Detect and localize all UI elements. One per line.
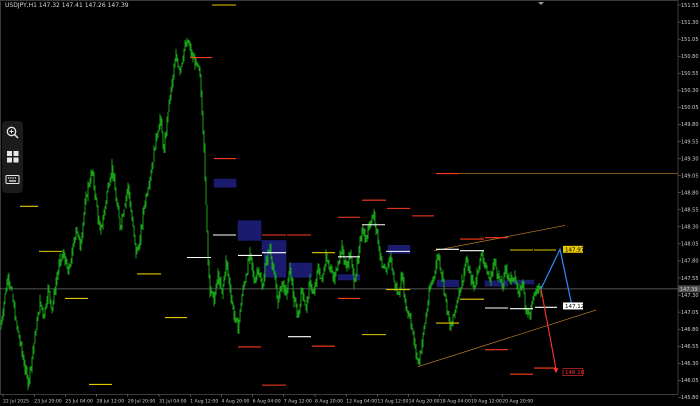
price-tick-label: 146.55 <box>681 344 699 350</box>
price-tick-label: 146.80 <box>681 327 699 333</box>
symbol-ohlc-info: USDJPY,H1 147.32 147.41 147.26 147.39 <box>5 2 129 9</box>
price-tick-label: 147.80 <box>681 259 699 265</box>
chart-area[interactable]: 147.97 147.12 146.18 151.55 151.30 151.05 150.… <box>0 0 700 406</box>
price-tick-label: 151.05 <box>681 37 699 43</box>
supply-demand-zone <box>484 280 509 287</box>
plot-frame <box>0 0 679 395</box>
time-tick-label: 6 Aug 04:00 <box>253 399 281 405</box>
time-tick-label: 1 Aug 12:00 <box>190 399 218 405</box>
down-arrow-icon <box>553 368 559 374</box>
time-tick-label: 19 Aug 12:00 <box>471 399 502 405</box>
price-tick-label: 147.05 <box>681 310 699 316</box>
price-tick-label: 151.30 <box>681 20 699 26</box>
candle-series <box>0 37 542 391</box>
price-tick-label: 149.05 <box>681 173 699 179</box>
time-tick-label: 8 Aug 20:00 <box>315 399 343 405</box>
price-tick-label: 149.30 <box>681 156 699 162</box>
time-tick-label: 13 Aug 12:00 <box>377 399 408 405</box>
price-tick-label: 146.05 <box>681 378 699 384</box>
price-tick-label: 145.80 <box>681 395 699 401</box>
price-tick-label: 150.80 <box>681 54 699 60</box>
supply-demand-zone <box>213 178 237 188</box>
time-tick-label: 28 Jul 12:00 <box>97 399 125 405</box>
grid-layout-icon[interactable] <box>5 149 20 164</box>
price-tick-label: 150.55 <box>681 71 699 77</box>
price-tick-label: 146.30 <box>681 361 699 367</box>
price-tick-label: 147.55 <box>681 276 699 282</box>
price-tick-label: 151.55 <box>681 3 699 9</box>
time-tick-label: 18 Aug 04:00 <box>440 399 471 405</box>
time-tick-label: 14 Aug 20:00 <box>409 399 440 405</box>
price-tick-label: 148.80 <box>681 190 699 196</box>
channel-lower-line <box>417 309 597 368</box>
scroll-marker-icon <box>538 2 544 5</box>
time-tick-label: 7 Aug 12:00 <box>284 399 312 405</box>
time-tick-label: 22 Jul 2025 <box>3 399 29 405</box>
projection-path-blue <box>540 247 573 307</box>
supply-demand-zone <box>237 220 262 241</box>
projection-label: 147.12 <box>565 304 584 310</box>
price-tick-label: 148.05 <box>681 242 699 248</box>
projection-label: 146.18 <box>565 370 585 376</box>
price-tick-label: 148.30 <box>681 225 699 231</box>
projection-label: 147.97 <box>565 247 585 253</box>
keyboard-icon[interactable] <box>5 172 20 187</box>
chart-canvas[interactable]: 147.97 147.12 146.18 151.55 151.30 151.05 150.… <box>0 0 700 406</box>
time-tick-label: 12 Aug 04:00 <box>346 399 377 405</box>
time-tick-label: 31 Jul 04:00 <box>159 399 187 405</box>
price-tick-label: 148.55 <box>681 208 699 214</box>
supply-demand-zone <box>261 240 287 253</box>
projection-path-red <box>540 288 557 370</box>
price-axis: 151.55 151.30 151.05 150.80 150.55 150.30 150.… <box>678 3 699 401</box>
time-tick-label: 20 Aug 20:00 <box>502 399 533 405</box>
supply-demand-zone <box>436 279 460 288</box>
chart-tools-panel <box>2 121 23 193</box>
price-tick-label: 150.30 <box>681 88 699 94</box>
price-tick-label: 147.30 <box>681 293 699 299</box>
time-tick-label: 29 Jul 20:00 <box>128 399 156 405</box>
zoom-in-icon[interactable] <box>5 125 20 140</box>
time-tick-label: 4 Aug 20:00 <box>221 399 249 405</box>
price-tick-label: 150.05 <box>681 105 699 111</box>
time-axis: 22 Jul 2025 23 Jul 20:00 25 Jul 04:00 28 Ju… <box>2 394 533 405</box>
current-price-label: 147.39 <box>680 287 698 293</box>
price-tick-label: 149.80 <box>681 122 699 128</box>
time-tick-label: 23 Jul 20:00 <box>34 399 62 405</box>
price-tick-label: 149.55 <box>681 139 699 145</box>
time-tick-label: 25 Jul 04:00 <box>65 399 93 405</box>
supply-demand-zone <box>288 262 313 278</box>
